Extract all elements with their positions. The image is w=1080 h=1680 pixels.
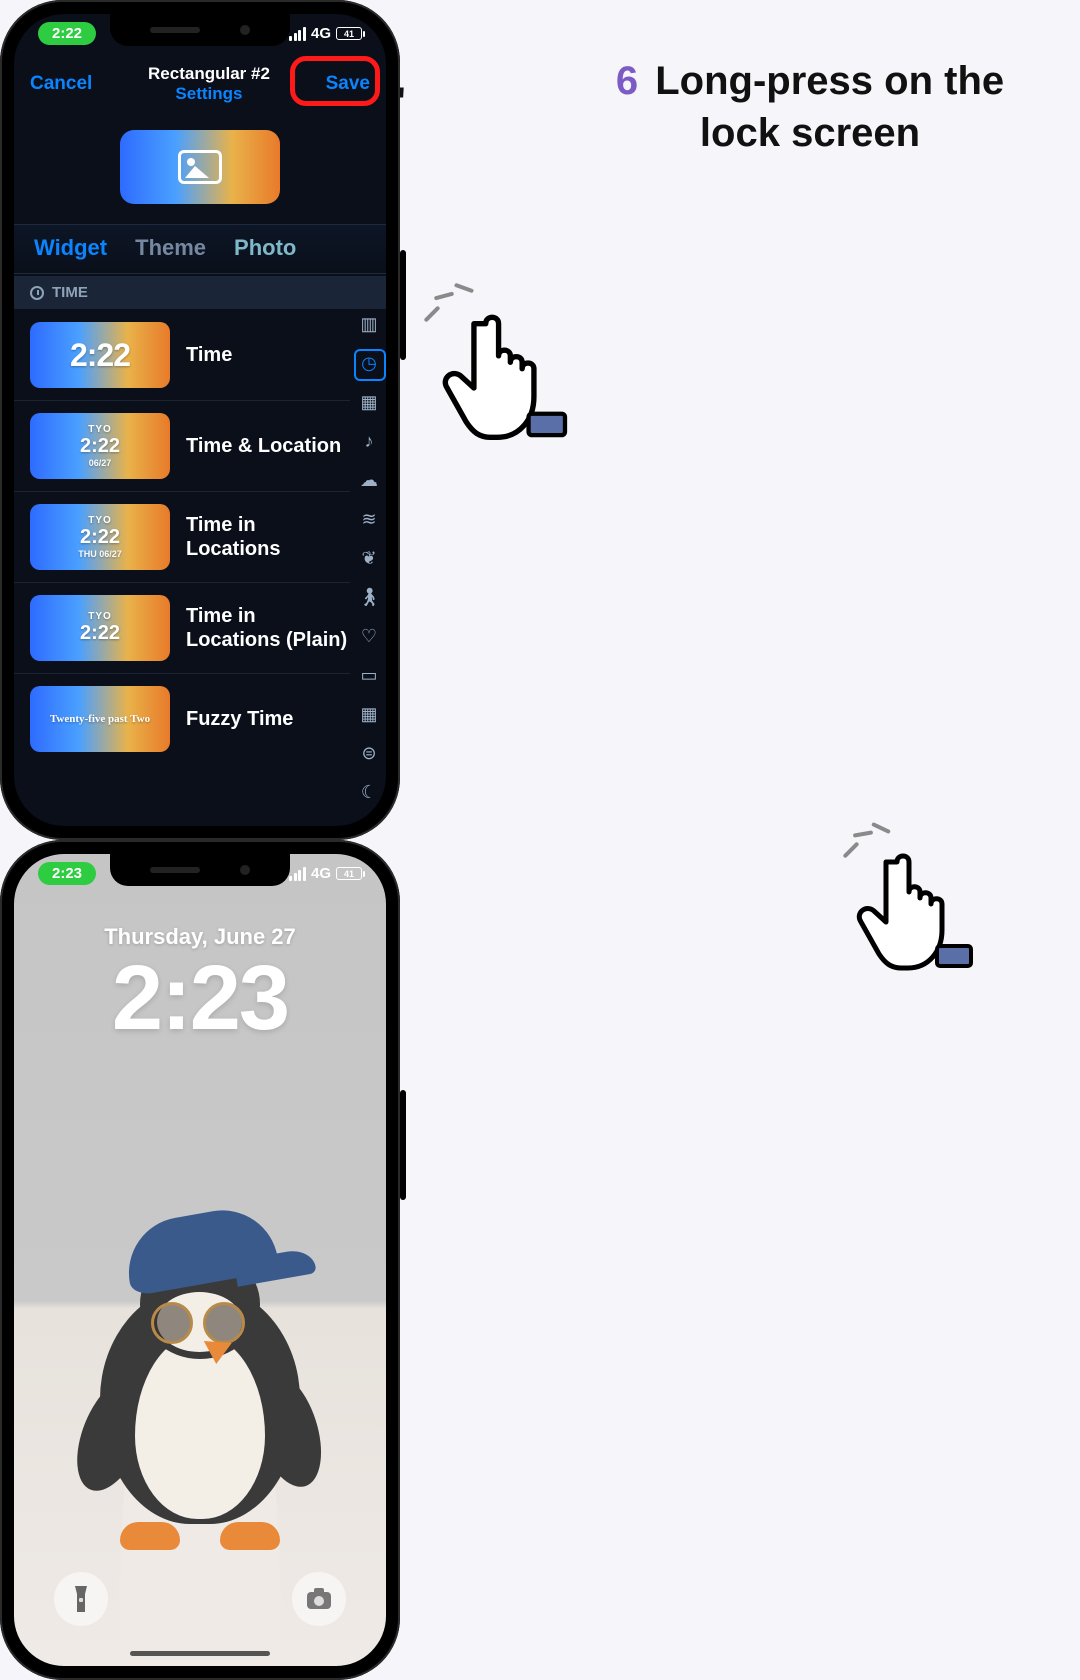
tab-theme[interactable]: Theme (135, 235, 206, 261)
network-label: 4G (311, 865, 331, 882)
list-item[interactable]: Twenty-five past Two Fuzzy Time (14, 674, 350, 764)
widget-preview[interactable] (120, 130, 280, 204)
moon-icon[interactable]: ☾ (358, 782, 380, 803)
clock-icon (30, 286, 44, 300)
music-icon[interactable]: ♪ (358, 431, 380, 452)
save-highlight-box (290, 56, 380, 106)
image-icon (178, 150, 222, 184)
flashlight-button[interactable] (54, 1572, 108, 1626)
leaf-icon[interactable]: ❦ (358, 548, 380, 569)
walk-icon[interactable]: 🚶︎ (358, 587, 380, 608)
phone-lock-screen[interactable]: 2:23 4G 41 Thursday, June 27 2:23 (0, 840, 400, 1680)
sparkle-icon[interactable]: ✦ (358, 821, 380, 826)
heart-icon[interactable]: ♡ (358, 626, 380, 647)
widget-thumb: TYO 2:22 THU 06/27 (30, 504, 170, 570)
section-time-header: TIME (14, 276, 386, 309)
widget-name: Fuzzy Time (186, 707, 293, 731)
nav-subtitle[interactable]: Settings (148, 84, 270, 104)
nav-title: Rectangular #2 Settings (148, 64, 270, 105)
gallery-icon[interactable]: ▥ (358, 314, 380, 335)
editor-tabs: Widget Theme Photo (14, 224, 386, 274)
tab-photo[interactable]: Photo (234, 235, 296, 261)
status-time: 2:23 (38, 862, 96, 885)
category-sidebar[interactable]: ▥ ◷ ▦ ♪ ☁ ≋ ❦ 🚶︎ ♡ ▭ ▦ ⊜ ☾ ✦ (358, 314, 380, 826)
widget-thumb: 2:22 (30, 322, 170, 388)
wind-icon[interactable]: ≋ (358, 509, 380, 530)
widget-list[interactable]: 2:22 Time TYO 2:22 06/27 Time & Location… (14, 310, 350, 826)
widget-name: Time (186, 343, 232, 367)
list-item[interactable]: TYO 2:22 06/27 Time & Location (14, 401, 350, 492)
calendar-icon[interactable]: ▦ (358, 392, 380, 413)
phone-widget-editor: 2:22 4G 41 Cancel Rectangular #2 Setting… (0, 0, 400, 840)
list-item[interactable]: TYO 2:22 THU 06/27 Time in Locations (14, 492, 350, 583)
lockscreen-time: 2:23 (14, 946, 386, 1051)
home-indicator[interactable] (130, 1651, 270, 1656)
step6-number: 6 (616, 59, 638, 103)
list-item[interactable]: TYO 2:22 Time in Locations (Plain) (14, 583, 350, 674)
tab-widget[interactable]: Widget (34, 235, 107, 261)
step6-caption: 6 Long-press on the lock screen (600, 55, 1020, 159)
longpress-hand-icon (855, 838, 975, 978)
battery-icon[interactable]: ▭ (358, 665, 380, 686)
widget-name: Time & Location (186, 434, 341, 458)
signal-icon (289, 867, 306, 881)
network-label: 4G (311, 25, 331, 42)
widget-name: Time in Locations (186, 513, 350, 561)
clock-icon[interactable]: ◷ (358, 353, 380, 374)
cancel-button[interactable]: Cancel (30, 73, 92, 95)
notch (110, 854, 290, 886)
notch (110, 14, 290, 46)
grid-icon[interactable]: ▦ (358, 704, 380, 725)
battery-icon: 41 (336, 867, 362, 880)
status-time: 2:22 (38, 22, 96, 45)
wallpaper-penguin (65, 1194, 335, 1544)
step6-text: Long-press on the lock screen (655, 59, 1004, 155)
widget-thumb: Twenty-five past Two (30, 686, 170, 752)
signal-icon (289, 27, 306, 41)
list-item[interactable]: 2:22 Time (14, 310, 350, 401)
widget-name: Time in Locations (Plain) (186, 604, 350, 652)
widget-thumb: TYO 2:22 06/27 (30, 413, 170, 479)
battery-icon: 41 (336, 27, 362, 40)
weather-icon[interactable]: ☁ (358, 470, 380, 491)
tap-hand-icon (440, 298, 570, 448)
widget-thumb: TYO 2:22 (30, 595, 170, 661)
sliders-icon[interactable]: ⊜ (358, 743, 380, 764)
camera-button[interactable] (292, 1572, 346, 1626)
